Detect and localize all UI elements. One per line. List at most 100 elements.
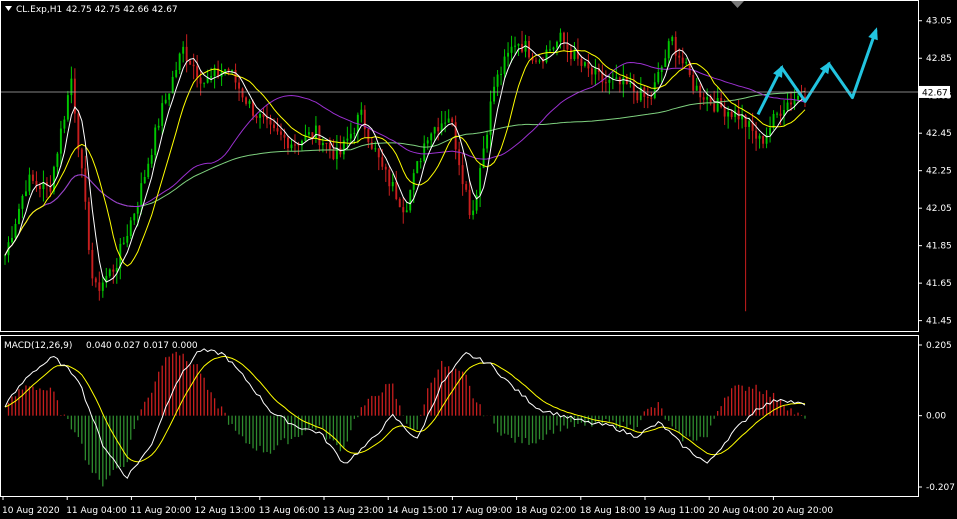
candle-body: [433, 127, 436, 134]
candle-body: [143, 176, 146, 184]
candle-body: [133, 213, 136, 221]
candle-body: [370, 142, 373, 149]
candle-body: [4, 255, 6, 257]
candle-body: [622, 77, 625, 85]
macd-tick-label: -0.207: [926, 483, 955, 493]
candle-body: [314, 125, 317, 139]
price-tick-label: 42.85: [926, 54, 952, 64]
candle-body: [786, 102, 789, 111]
candle-body: [381, 157, 384, 167]
candle-body: [140, 183, 143, 207]
candle-body: [545, 49, 548, 63]
candle-body: [727, 112, 730, 117]
candle-body: [604, 82, 607, 84]
candle-body: [150, 155, 153, 164]
candle-body: [594, 68, 597, 75]
candle-body: [398, 199, 401, 208]
candle-body: [503, 56, 506, 74]
candle-body: [615, 77, 618, 80]
candle-body: [486, 134, 489, 149]
candle-body: [87, 201, 90, 250]
candle-body: [346, 138, 349, 141]
price-tick-label: 42.25: [926, 167, 952, 177]
candle-body: [374, 148, 377, 150]
candle-body: [500, 73, 503, 75]
candle-body: [360, 109, 363, 115]
candle-body: [391, 181, 394, 187]
candle-body: [126, 235, 129, 243]
candle-body: [353, 132, 356, 134]
candle-body: [196, 66, 199, 78]
candle-body: [646, 96, 649, 98]
candle-body: [412, 173, 415, 190]
candle-body: [678, 55, 681, 58]
candle-body: [384, 166, 387, 170]
candle-body: [692, 74, 695, 91]
candle-body: [157, 125, 160, 128]
candle-body: [587, 62, 590, 69]
candle-body: [38, 185, 41, 190]
candle-body: [182, 46, 185, 54]
candle-body: [255, 115, 258, 118]
time-tick-label: 13 Aug 23:00: [323, 506, 384, 516]
time-tick-label: 18 Aug 18:00: [580, 506, 641, 516]
time-tick-label: 13 Aug 06:00: [259, 506, 320, 516]
candle-body: [77, 113, 80, 150]
candle-body: [290, 144, 293, 149]
candle-body: [699, 85, 702, 98]
candle-body: [395, 181, 398, 200]
candle-body: [653, 82, 656, 99]
candle-body: [559, 32, 562, 42]
price-tick-label: 41.65: [926, 279, 952, 289]
candle-body: [164, 99, 167, 104]
candle-body: [776, 113, 779, 115]
candle-body: [35, 180, 38, 186]
candle-body: [112, 269, 115, 272]
candle-body: [349, 133, 352, 139]
candle-body: [175, 69, 178, 77]
macd-values-label: 0.040 0.027 0.017 0.000: [86, 341, 198, 351]
time-tick-label: 12 Aug 13:00: [195, 506, 256, 516]
candle-body: [367, 129, 370, 143]
candle-body: [63, 119, 66, 129]
candle-body: [238, 82, 241, 89]
chart-canvas: 43.0542.8542.6542.4542.2542.0541.8541.65…: [0, 0, 957, 519]
time-tick-label: 20 Aug 04:00: [708, 506, 769, 516]
candle-body: [461, 165, 464, 185]
candle-body: [59, 128, 62, 154]
candle-body: [25, 191, 27, 196]
candle-body: [797, 95, 799, 100]
candle-body: [538, 60, 541, 62]
candle-body: [681, 57, 684, 64]
candle-body: [720, 97, 723, 107]
candle-body: [122, 242, 125, 244]
candle-body: [507, 52, 510, 57]
candle-body: [580, 58, 583, 66]
candle-body: [423, 143, 426, 162]
candle-body: [762, 135, 765, 144]
candle-body: [479, 168, 482, 195]
candle-body: [108, 269, 111, 276]
candle-body: [91, 249, 94, 279]
candle-body: [590, 68, 593, 75]
candle-body: [793, 99, 796, 105]
candle-body: [468, 189, 471, 216]
candle-body: [56, 153, 59, 167]
candle-body: [70, 78, 73, 96]
price-tick-label: 42.05: [926, 204, 952, 214]
candle-body: [192, 64, 195, 67]
candle-body: [493, 86, 496, 102]
candle-body: [136, 206, 139, 214]
candle-body: [185, 46, 188, 61]
candle-body: [769, 127, 772, 136]
candle-body: [517, 43, 520, 46]
candle-body: [437, 127, 440, 132]
candle-body: [748, 121, 751, 127]
current-price-tag: 42.67: [919, 85, 950, 98]
candle-body: [514, 45, 517, 47]
candle-body: [685, 61, 688, 64]
candle-body: [444, 122, 447, 124]
candle-body: [307, 132, 310, 135]
candle-body: [259, 113, 261, 118]
candle-body: [636, 91, 639, 101]
